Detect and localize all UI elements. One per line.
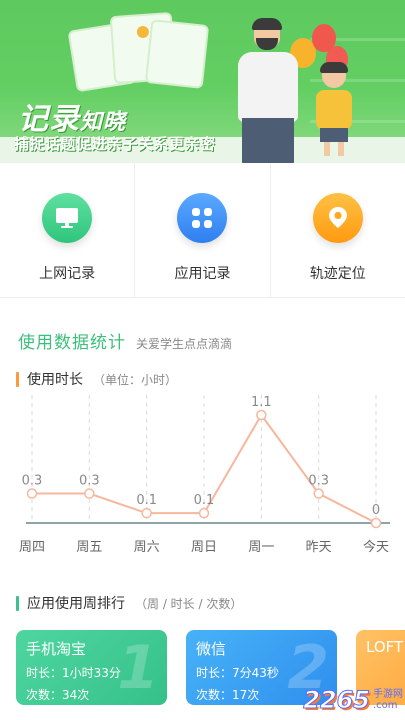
child-illustration <box>314 62 354 158</box>
promo-banner[interactable]: 记录知晓 捕捉话题促进亲子关系更亲密 <box>0 0 405 163</box>
x-tick-label: 昨天 <box>306 540 332 555</box>
data-label: 0.1 <box>136 493 157 508</box>
data-label: 0.3 <box>308 474 329 489</box>
ranking-title: 应用使用周排行 <box>27 596 125 612</box>
data-point <box>313 488 324 499</box>
location-pin-icon <box>312 193 363 243</box>
data-point <box>141 507 152 519</box>
stats-header: 使用数据统计 关爱学生点点滴滴 <box>18 328 232 353</box>
x-tick-label: 今天 <box>363 539 389 555</box>
coin-icon <box>136 25 150 39</box>
record-card-illustration <box>144 19 210 89</box>
x-tick-label: 周六 <box>134 540 160 555</box>
x-tick-label: 周日 <box>191 540 217 555</box>
menu-label: 轨迹定位 <box>309 266 366 282</box>
data-label: 0.3 <box>79 474 100 489</box>
site-watermark: 2265 手游网 .com <box>303 686 403 715</box>
ranking-card[interactable]: 1 手机淘宝 时长：1小时33分 次数：34次 <box>16 630 167 705</box>
data-label: 0.1 <box>194 493 215 508</box>
data-label: 1.1 <box>251 395 272 410</box>
menu-item-location-track[interactable]: 轨迹定位 <box>269 163 405 297</box>
monitor-icon <box>42 193 93 243</box>
data-point <box>370 517 382 529</box>
ranking-header: 应用使用周排行 （周 / 时长 / 次数） <box>16 593 242 613</box>
data-point <box>198 507 210 519</box>
x-tick-label: 周四 <box>19 540 45 555</box>
stats-subtitle: 关爱学生点点滴滴 <box>136 337 233 351</box>
watermark-number: 2265 <box>303 686 371 715</box>
menu-label: 应用记录 <box>174 266 231 282</box>
banner-title: 记录知晓 <box>18 102 127 137</box>
section-accent-bar <box>16 595 19 611</box>
banner-subtitle: 捕捉话题促进亲子关系更亲密 <box>14 135 216 153</box>
data-point <box>84 488 95 499</box>
data-point <box>26 488 38 499</box>
menu-label: 上网记录 <box>39 266 96 282</box>
app-home-screen: 记录知晓 捕捉话题促进亲子关系更亲密 上网记录 应用记录 轨迹定位 使用数据统计… <box>0 0 405 720</box>
usage-duration-chart: 0.3 周四 0.3 周五 0.1 周六 0.1 周日 1.1 周一 0.3 昨天 0 今天 <box>19 395 390 555</box>
menu-item-browsing-history[interactable]: 上网记录 <box>0 163 134 297</box>
data-label: 0 <box>372 503 380 518</box>
father-illustration <box>238 18 298 163</box>
x-tick-label: 周一 <box>248 540 274 555</box>
rank-number: 1 <box>117 633 159 703</box>
menu-item-app-records[interactable]: 应用记录 <box>134 163 269 297</box>
stats-title: 使用数据统计 <box>18 333 126 353</box>
ranking-note: （周 / 时长 / 次数） <box>135 596 243 611</box>
quick-menu: 上网记录 应用记录 轨迹定位 <box>0 163 405 298</box>
data-label: 0.3 <box>22 474 43 489</box>
apps-grid-icon <box>177 193 228 243</box>
watermark-text: 手游网 .com <box>373 689 403 711</box>
data-point <box>256 409 267 421</box>
app-name: LOFT <box>366 638 404 656</box>
x-tick-label: 周五 <box>76 540 102 555</box>
